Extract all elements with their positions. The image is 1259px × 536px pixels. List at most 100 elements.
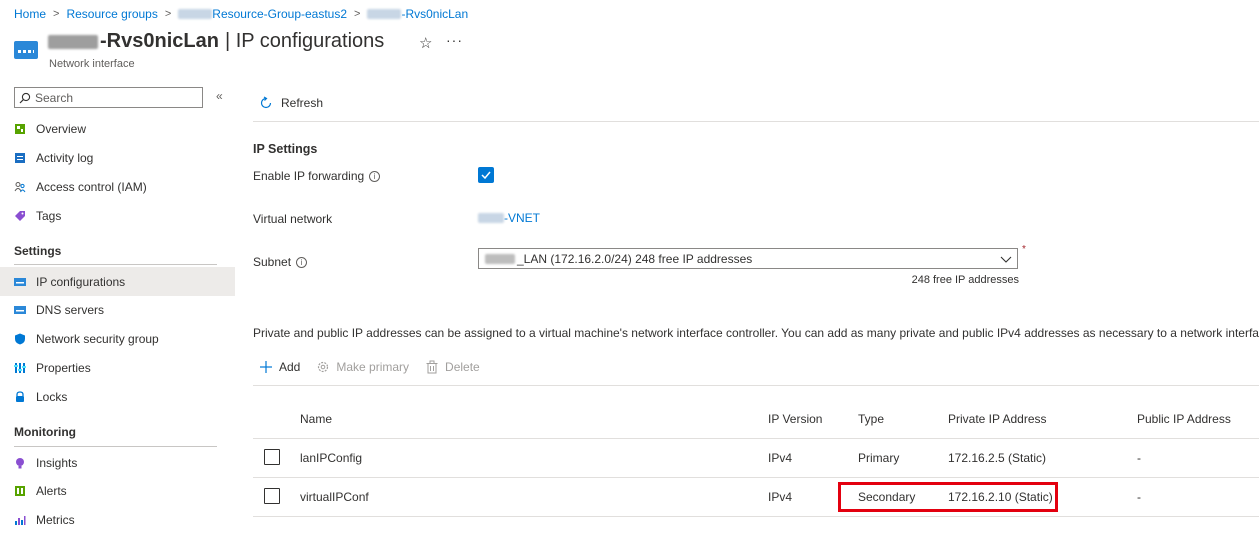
ip-configurations-icon [14,276,26,288]
row-divider [253,477,1259,478]
people-icon [14,181,26,193]
gear-icon [318,361,329,373]
sidebar-item-dns-servers[interactable]: DNS servers [0,295,235,324]
sidebar-item-ip-configurations[interactable]: IP configurations [0,267,235,296]
tag-icon [14,210,26,222]
trash-icon [426,360,438,374]
virtual-network-value[interactable]: -VNET [504,211,540,225]
sidebar-item-network-security-group[interactable]: Network security group [0,324,235,353]
overview-icon [14,123,26,135]
page-title: -Rvs0nicLan | IP configurations [48,30,384,53]
properties-icon [14,362,26,374]
row-public-ip: - [1137,451,1141,465]
ip-forwarding-label: Enable IP forwarding i [253,169,381,183]
shield-icon [14,333,26,345]
more-options-icon[interactable]: ··· [446,32,463,48]
sidebar-item-access-control[interactable]: Access control (IAM) [0,172,235,201]
header-divider [253,438,1259,439]
main-content: Refresh IP Settings Enable IP forwarding… [253,80,1259,536]
info-icon[interactable]: i [369,170,381,182]
breadcrumb-nic[interactable]: -Rvs0nicLan [401,7,468,21]
chevron-right-icon: > [354,8,361,20]
row-checkbox[interactable] [264,449,280,465]
plus-icon [260,361,272,373]
row-ip-version: IPv4 [768,451,793,465]
sidebar-item-tags[interactable]: Tags [0,201,235,230]
add-button[interactable]: Add [259,360,300,374]
delete-label: Delete [445,360,480,374]
virtual-network-label: Virtual network [253,212,333,226]
row-divider [253,516,1259,517]
search-input[interactable] [35,90,195,105]
chevron-down-icon [1000,256,1012,263]
row-name-link[interactable]: virtualIPConf [300,490,369,504]
refresh-icon [260,96,272,109]
search-icon [19,92,31,103]
chevron-right-icon: > [53,8,60,20]
column-header-name[interactable]: Name [300,412,332,426]
sidebar-item-locks[interactable]: Locks [0,382,235,411]
resource-name: -Rvs0nicLan [100,30,219,52]
info-icon[interactable]: i [296,256,308,268]
ip-forwarding-checkbox[interactable] [478,167,494,183]
redacted-text [367,9,402,19]
redacted-text [485,253,515,264]
column-header-type[interactable]: Type [858,412,884,426]
table-toolbar: Add Make primary Delete [259,360,496,374]
subnet-text: Subnet [253,255,292,269]
row-name-link[interactable]: lanIPConfig [300,451,362,465]
highlight-annotation-box [838,482,1058,512]
redacted-text [178,9,213,19]
sidebar-item-label: Metrics [36,512,75,527]
sidebar-item-label: Insights [36,455,78,470]
subnet-value: _LAN (172.16.2.0/24) 248 free IP address… [517,251,753,266]
sidebar-item-properties[interactable]: Properties [0,353,235,382]
column-header-public-ip[interactable]: Public IP Address [1137,412,1231,426]
sidebar-item-label: Access control (IAM) [36,179,147,194]
toolbar-divider [253,385,1259,386]
sidebar-search[interactable] [14,87,203,108]
collapse-sidebar-icon[interactable]: « [216,89,223,103]
column-header-private-ip[interactable]: Private IP Address [948,412,1047,426]
breadcrumb-home[interactable]: Home [14,7,46,21]
sidebar-item-alerts[interactable]: Alerts [0,476,235,505]
delete-button[interactable]: Delete [425,360,480,374]
network-interface-icon [14,41,38,59]
resource-type: Network interface [49,58,135,70]
activity-log-icon [14,152,26,164]
sidebar-item-label: Properties [36,360,91,375]
column-header-ip-version[interactable]: IP Version [768,412,822,426]
redacted-text [48,34,98,49]
sidebar-item-label: Network security group [36,331,159,346]
row-private-ip: 172.16.2.5 (Static) [948,451,1047,465]
ip-forwarding-text: Enable IP forwarding [253,169,365,183]
virtual-network-link[interactable]: -VNET [478,211,540,225]
divider [14,264,217,265]
sidebar-item-overview[interactable]: Overview [0,114,235,143]
row-checkbox[interactable] [264,488,280,504]
breadcrumb: Home > Resource groups > Resource-Group-… [14,6,468,22]
sidebar-item-insights[interactable]: Insights [0,448,235,477]
required-marker: * [1022,244,1026,255]
row-type: Primary [858,451,900,465]
sidebar-item-label: IP configurations [36,274,126,289]
subnet-dropdown[interactable]: _LAN (172.16.2.0/24) 248 free IP address… [478,248,1018,269]
metrics-icon [14,514,26,526]
subnet-hint: 248 free IP addresses [911,274,1019,286]
breadcrumb-resource-group[interactable]: Resource-Group-eastus2 [212,7,347,21]
description-text: Private and public IP addresses can be a… [253,326,1259,340]
make-primary-button[interactable]: Make primary [316,360,409,374]
chevron-right-icon: > [164,8,172,20]
sidebar-item-metrics[interactable]: Metrics [0,505,235,534]
subnet-label: Subnet i [253,255,308,269]
divider [14,446,217,447]
sidebar-item-activity-log[interactable]: Activity log [0,143,235,172]
title-bar: -Rvs0nicLan | IP configurations Network … [14,30,574,70]
breadcrumb-resource-groups[interactable]: Resource groups [66,7,157,21]
favorite-star-icon[interactable]: ☆ [419,34,432,52]
sidebar-item-label: DNS servers [36,302,105,317]
alerts-icon [14,485,26,497]
sidebar-item-label: Overview [36,121,87,136]
refresh-button[interactable]: Refresh [259,96,323,110]
sidebar-item-label: Alerts [36,483,67,498]
